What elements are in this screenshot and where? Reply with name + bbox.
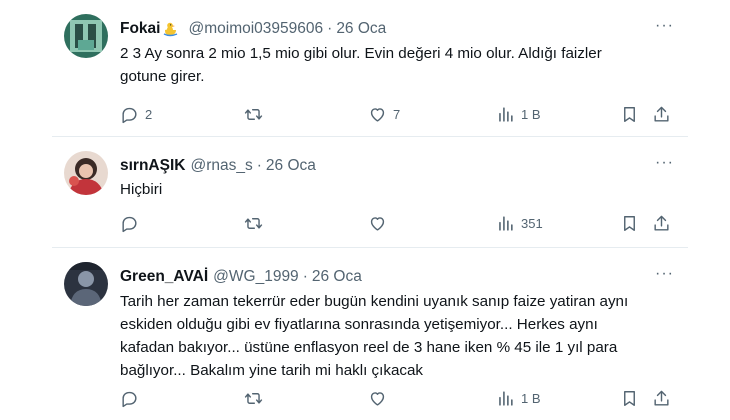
reply-button[interactable]: 2 [120, 104, 152, 124]
like-button[interactable] [368, 213, 393, 233]
like-count: 7 [393, 106, 401, 122]
view-count: 1 B [521, 390, 541, 406]
display-name[interactable]: Fokai [120, 20, 160, 38]
tweet-text: Hiçbiri [120, 178, 666, 201]
bookmark-icon [624, 106, 635, 122]
avatar[interactable] [64, 151, 108, 195]
share-button[interactable] [652, 213, 671, 233]
reply-button[interactable] [120, 213, 145, 233]
tweet-text-line: kafadan bakıyor... üstüne enflasyon reel… [120, 339, 618, 356]
reply-icon [122, 391, 137, 407]
like-button[interactable]: 7 [368, 104, 400, 124]
tweet-text-line: eskiden olduğu gibi ev fiyatlarına sonra… [120, 316, 598, 333]
avatar[interactable] [64, 262, 108, 306]
share-icon [654, 390, 669, 406]
retweet-icon [244, 217, 263, 229]
separator-dot: · [302, 268, 308, 285]
reply-icon [122, 107, 137, 123]
avatar-image [64, 262, 108, 306]
timestamp[interactable]: 26 Oca [312, 268, 362, 286]
views-icon [499, 106, 513, 122]
bookmark-icon [624, 390, 635, 406]
reply-feed: Fokai @moimoi03959606 · 26 Oca ··· 2 3 A… [52, 0, 688, 420]
avatar[interactable] [64, 14, 108, 58]
tweet-text-line: 2 3 Ay sonra 2 mio 1,5 mio gibi olur. Ev… [120, 45, 602, 62]
more-options-button[interactable]: ··· [655, 18, 674, 34]
tweet[interactable]: sırnAŞIK @rnas_s · 26 Oca ··· Hiçbiri 35… [52, 137, 688, 248]
view-count: 1 B [521, 106, 541, 122]
reply-count: 2 [145, 106, 153, 122]
share-button[interactable] [652, 104, 671, 124]
action-bar: 351 [120, 213, 678, 233]
share-button[interactable] [652, 388, 671, 408]
reply-button[interactable] [120, 388, 145, 408]
timestamp[interactable]: 26 Oca [266, 157, 316, 175]
separator-dot: · [256, 157, 262, 174]
tweet[interactable]: Green_AVAİ @WG_1999 · 26 Oca ··· Tarih h… [52, 248, 688, 420]
heart-icon [370, 216, 385, 231]
retweet-button[interactable] [244, 104, 269, 124]
bookmark-icon [624, 215, 635, 231]
display-name[interactable]: Green_AVAİ [120, 268, 208, 286]
views-button[interactable]: 1 B [496, 388, 541, 408]
bookmark-button[interactable] [620, 388, 639, 408]
separator-dot: · [327, 20, 333, 37]
views-icon [499, 390, 513, 406]
heart-icon [370, 107, 385, 122]
like-button[interactable] [368, 388, 393, 408]
display-name[interactable]: sırnAŞIK [120, 157, 185, 175]
retweet-button[interactable] [244, 388, 269, 408]
retweet-button[interactable] [244, 213, 269, 233]
share-icon [654, 106, 669, 122]
timestamp[interactable]: 26 Oca [336, 20, 386, 38]
tweet-text: 2 3 Ay sonra 2 mio 1,5 mio gibi olur. Ev… [120, 42, 666, 88]
user-handle[interactable]: @WG_1999 [213, 268, 299, 286]
action-bar: 1 B [120, 388, 678, 408]
avatar-image [64, 14, 108, 58]
tweet-text-line: Hiçbiri [120, 181, 163, 198]
tweet-text-line: bağlıyor... Bakalım yine tarih mi haklı … [120, 362, 424, 379]
view-count: 351 [521, 215, 543, 231]
views-icon [499, 215, 513, 231]
action-bar: 2 7 1 B [120, 104, 678, 124]
tweet-text-line: Tarih her zaman tekerrür eder bugün kend… [120, 293, 629, 310]
avatar-image [64, 151, 108, 195]
user-handle[interactable]: @rnas_s [190, 157, 252, 175]
more-options-button[interactable]: ··· [655, 266, 674, 282]
tweet[interactable]: Fokai @moimoi03959606 · 26 Oca ··· 2 3 A… [52, 0, 688, 137]
user-handle[interactable]: @moimoi03959606 [188, 20, 323, 38]
views-button[interactable]: 1 B [496, 104, 541, 124]
bookmark-button[interactable] [620, 213, 639, 233]
tweet-text: Tarih her zaman tekerrür eder bugün kend… [120, 290, 666, 382]
heart-icon [370, 391, 385, 406]
more-options-button[interactable]: ··· [655, 155, 674, 171]
retweet-icon [244, 392, 263, 404]
duck-emoji-icon [164, 22, 178, 37]
tweet-text-line: gotune girer. [120, 68, 205, 85]
bookmark-button[interactable] [620, 104, 639, 124]
share-icon [654, 215, 669, 231]
views-button[interactable]: 351 [496, 213, 543, 233]
reply-icon [122, 216, 137, 232]
retweet-icon [244, 108, 263, 120]
